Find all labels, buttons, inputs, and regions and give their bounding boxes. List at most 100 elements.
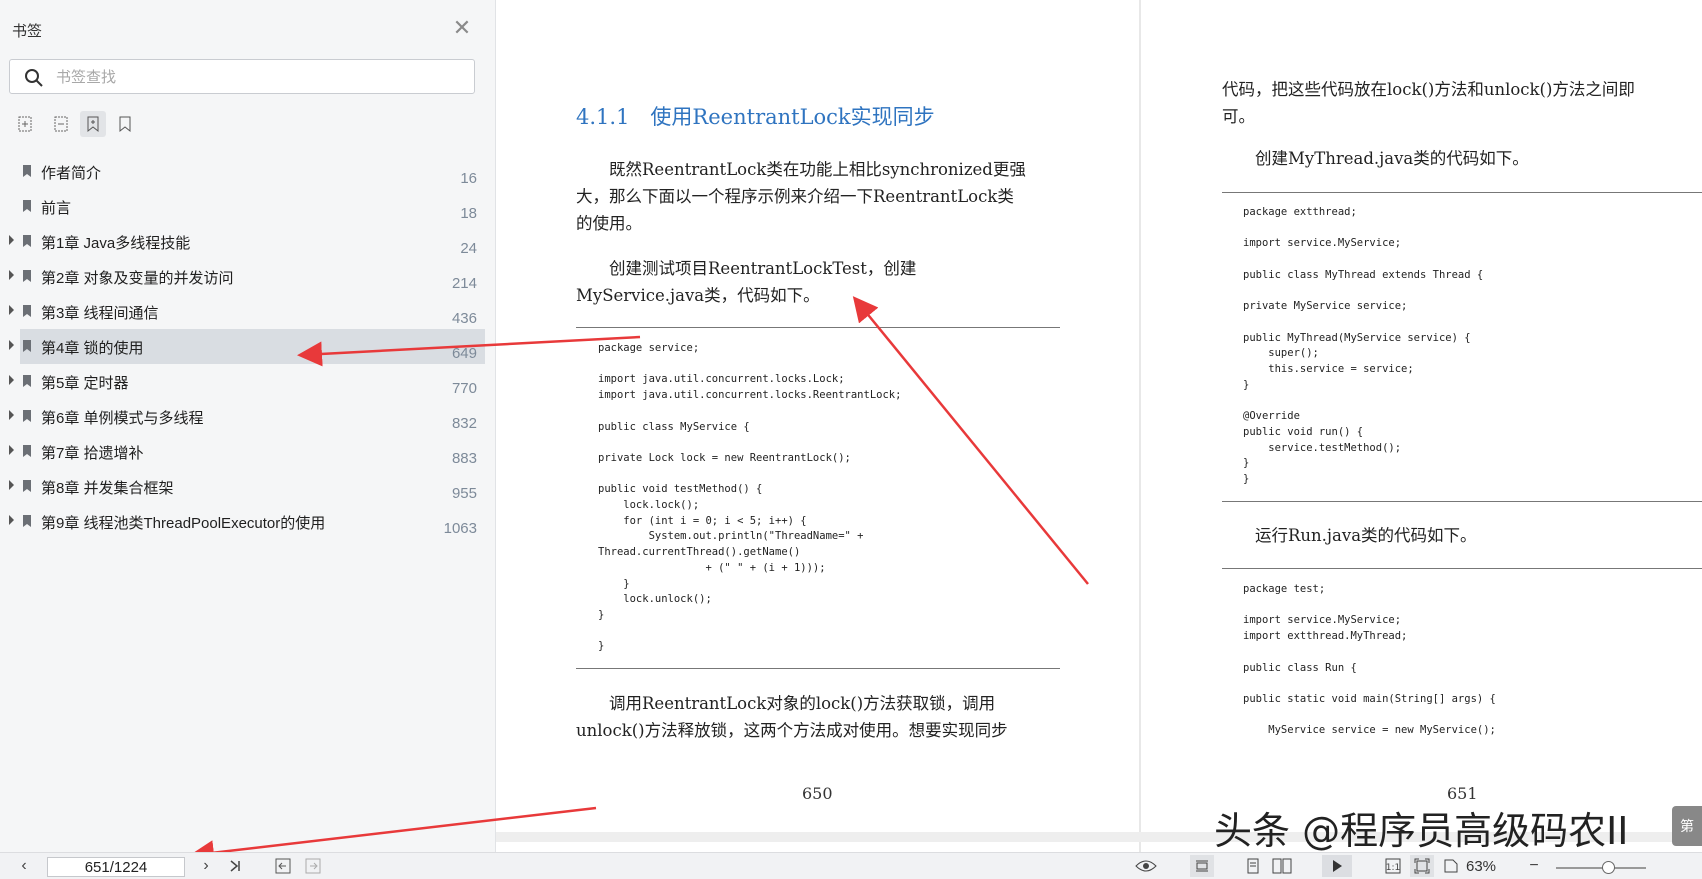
zoom-slider-track[interactable] bbox=[1556, 867, 1646, 869]
bookmark-icon bbox=[23, 305, 31, 317]
add-bookmark-icon[interactable] bbox=[80, 111, 106, 137]
left-paragraph-2: 创建测试项目ReentrantLockTest，创建 MyService.jav… bbox=[576, 255, 916, 309]
close-icon[interactable]: ✕ bbox=[450, 16, 474, 40]
right-paragraph-3: 运行Run.java类的代码如下。 bbox=[1222, 526, 1477, 545]
bookmark-label: 第1章 Java多线程技能 bbox=[41, 235, 191, 252]
right-paragraph-2: 创建MyThread.java类的代码如下。 bbox=[1222, 149, 1529, 168]
code-block-run: package test; import service.MyService; … bbox=[1243, 583, 1496, 737]
bookmark-item[interactable]: 第2章 对象及变量的并发访问 214 bbox=[0, 259, 495, 294]
bookmark-icon[interactable] bbox=[112, 111, 138, 137]
page-divider bbox=[1139, 0, 1141, 852]
bookmark-page-number: 18 bbox=[460, 205, 477, 222]
text-line: 代码，把这些代码放在lock()方法和unlock()方法之间即 bbox=[1222, 80, 1635, 99]
back-icon[interactable] bbox=[272, 855, 294, 877]
expand-arrow-icon[interactable] bbox=[9, 515, 14, 525]
expand-arrow-icon[interactable] bbox=[9, 410, 14, 420]
text-line: MyService.java类，代码如下。 bbox=[576, 286, 820, 305]
play-icon[interactable] bbox=[1322, 855, 1352, 877]
bookmark-page-number: 649 bbox=[451, 345, 477, 362]
eye-icon[interactable] bbox=[1131, 855, 1161, 877]
expand-arrow-icon[interactable] bbox=[9, 445, 14, 455]
page-number-field[interactable] bbox=[47, 857, 185, 877]
continuous-view-icon[interactable] bbox=[1190, 855, 1214, 877]
zoom-out-icon[interactable]: − bbox=[1524, 855, 1544, 877]
search-icon bbox=[25, 69, 43, 87]
left-paragraph-1: 既然ReentrantLock类在功能上相比synchronized更强 大，那… bbox=[576, 156, 1026, 237]
bookmark-page-number: 436 bbox=[451, 310, 477, 327]
bookmark-item[interactable]: 第8章 并发集合框架 955 bbox=[0, 469, 495, 504]
bookmark-page-number: 1063 bbox=[443, 520, 477, 537]
bookmark-page-number: 16 bbox=[460, 170, 477, 187]
watermark-text: 头条 @程序员高级码农II bbox=[1214, 809, 1629, 853]
fit-page-icon[interactable] bbox=[1410, 855, 1434, 877]
bookmark-icon bbox=[23, 480, 31, 492]
bookmark-label: 第2章 对象及变量的并发访问 bbox=[41, 270, 234, 287]
text-line: unlock()方法释放锁，这两个方法成对使用。想要实现同步 bbox=[576, 721, 1008, 740]
expand-arrow-icon[interactable] bbox=[9, 235, 14, 245]
code-rule-bottom bbox=[1222, 501, 1702, 502]
bookmark-search-input[interactable] bbox=[54, 62, 458, 93]
prev-page-icon[interactable]: ‹ bbox=[14, 855, 34, 877]
bookmark-item[interactable]: 第6章 单例模式与多线程 832 bbox=[0, 399, 495, 434]
bookmark-icon bbox=[23, 445, 31, 457]
collapse-all-icon[interactable] bbox=[48, 111, 74, 137]
bookmark-label: 第8章 并发集合框架 bbox=[41, 480, 174, 497]
expand-arrow-icon[interactable] bbox=[9, 375, 14, 385]
text-line: 可。 bbox=[1222, 107, 1255, 126]
side-tab[interactable]: 第 bbox=[1672, 806, 1702, 846]
code-block-myservice: package service; import java.util.concur… bbox=[598, 342, 902, 653]
bookmark-item[interactable]: 第9章 线程池类ThreadPoolExecutor的使用 1063 bbox=[0, 504, 495, 539]
text-line: 的使用。 bbox=[576, 214, 642, 233]
bookmark-label: 第6章 单例模式与多线程 bbox=[41, 410, 204, 427]
next-page-icon[interactable]: › bbox=[196, 855, 216, 877]
bookmark-icon bbox=[23, 270, 31, 282]
bookmark-item[interactable]: 前言 18 bbox=[0, 189, 495, 224]
code-rule-bottom bbox=[576, 668, 1060, 669]
bookmark-item[interactable]: 第1章 Java多线程技能 24 bbox=[0, 224, 495, 259]
code-rule-top bbox=[576, 327, 1060, 328]
bookmark-icon bbox=[23, 165, 31, 177]
bookmark-icon bbox=[23, 375, 31, 387]
bookmark-page-number: 955 bbox=[451, 485, 477, 502]
forward-icon[interactable] bbox=[302, 855, 324, 877]
bookmark-label: 前言 bbox=[41, 200, 72, 217]
text-line: 大，那么下面以一个程序示例来介绍一下ReentrantLock类 bbox=[576, 187, 1014, 206]
expand-arrow-icon[interactable] bbox=[9, 305, 14, 315]
bookmark-label: 第3章 线程间通信 bbox=[41, 305, 159, 322]
bookmark-panel-title: 书签 bbox=[12, 23, 43, 40]
code-rule-top bbox=[1222, 192, 1702, 193]
bookmark-search-box[interactable] bbox=[9, 59, 475, 94]
text-line: 调用ReentrantLock对象的lock()方法获取锁，调用 bbox=[576, 694, 996, 713]
expand-arrow-icon[interactable] bbox=[9, 480, 14, 490]
zoom-level[interactable]: 63% bbox=[1466, 858, 1496, 875]
section-heading: 4.1.1 使用ReentrantLock实现同步 bbox=[576, 105, 935, 129]
text-line: 既然ReentrantLock类在功能上相比synchronized更强 bbox=[576, 160, 1026, 179]
actual-size-icon[interactable]: 1:1 bbox=[1382, 855, 1404, 877]
bookmark-label: 作者简介 bbox=[41, 165, 102, 182]
bookmark-icon bbox=[23, 235, 31, 247]
bookmark-label: 第7章 拾遗增补 bbox=[41, 445, 144, 462]
single-page-icon[interactable] bbox=[1242, 855, 1264, 877]
bookmark-label: 第5章 定时器 bbox=[41, 375, 129, 392]
two-page-icon[interactable] bbox=[1270, 855, 1294, 877]
bookmark-page-number: 770 bbox=[451, 380, 477, 397]
expand-arrow-icon[interactable] bbox=[9, 270, 14, 280]
expand-arrow-icon[interactable] bbox=[9, 340, 14, 350]
zoom-mode-icon[interactable] bbox=[1440, 855, 1462, 877]
last-page-icon[interactable] bbox=[224, 855, 246, 877]
bookmark-item[interactable]: 第7章 拾遗增补 883 bbox=[0, 434, 495, 469]
bookmark-item[interactable]: 第5章 定时器 770 bbox=[0, 364, 495, 399]
page-number-left: 650 bbox=[802, 784, 833, 803]
code-rule-top bbox=[1222, 568, 1702, 569]
bookmark-page-number: 883 bbox=[451, 450, 477, 467]
bookmark-item[interactable]: 第4章 锁的使用 649 bbox=[0, 329, 495, 364]
expand-all-icon[interactable] bbox=[12, 111, 38, 137]
right-paragraph-1: 代码，把这些代码放在lock()方法和unlock()方法之间即 可。 bbox=[1222, 76, 1635, 130]
bookmark-item[interactable]: 第3章 线程间通信 436 bbox=[0, 294, 495, 329]
bookmark-item[interactable]: 作者简介 16 bbox=[0, 154, 495, 189]
bookmark-icon bbox=[23, 200, 31, 212]
zoom-slider-thumb[interactable] bbox=[1602, 861, 1615, 874]
bookmark-icon bbox=[23, 410, 31, 422]
text-line: 创建测试项目ReentrantLockTest，创建 bbox=[576, 259, 917, 278]
bookmark-icon bbox=[23, 340, 31, 352]
